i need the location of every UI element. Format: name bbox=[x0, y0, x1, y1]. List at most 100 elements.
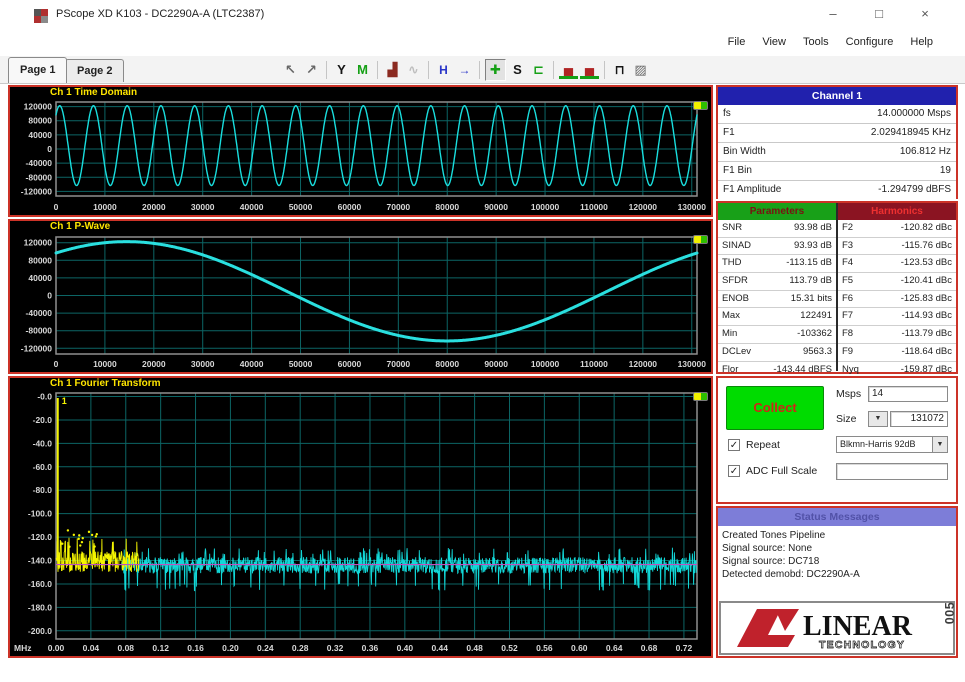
close-button[interactable]: × bbox=[913, 6, 937, 21]
menu-configure[interactable]: Configure bbox=[846, 36, 894, 48]
info-row-binwidth: Bin Width 106.812 Hz bbox=[718, 143, 956, 162]
msps-input[interactable]: 14 bbox=[868, 386, 948, 402]
export-image-icon[interactable]: ▨ bbox=[631, 60, 650, 80]
zoom-out-icon[interactable]: ↖ bbox=[281, 60, 300, 80]
svg-text:30000: 30000 bbox=[191, 359, 215, 369]
filter-icon[interactable]: Y bbox=[332, 60, 351, 80]
svg-text:-200.0: -200.0 bbox=[28, 626, 52, 636]
harmonic-row: F4 -123.53 dBc bbox=[838, 255, 956, 274]
toolbar: ↖ ↗ Y M ▟ ∿ H → ✚ S ⊏ ▄ ▄ ⊓ ▨ bbox=[280, 59, 651, 81]
parameter-row: THD -113.15 dB bbox=[718, 255, 836, 274]
harmonic-row: F9 -118.64 dBc bbox=[838, 344, 956, 362]
toolbar-separator bbox=[326, 61, 327, 79]
tab-page-1[interactable]: Page 1 bbox=[8, 57, 68, 83]
average-hold-icon[interactable]: H bbox=[434, 60, 453, 80]
status-line: Signal source: None bbox=[722, 543, 813, 554]
row-value: 106.812 Hz bbox=[899, 146, 951, 157]
harmonic-row: F6 -125.83 dBc bbox=[838, 291, 956, 309]
pwave-plot[interactable]: 12000080000400000-40000-80000-1200000 100… bbox=[10, 233, 711, 372]
samples-icon[interactable]: S bbox=[508, 60, 527, 80]
svg-text:40000: 40000 bbox=[28, 273, 52, 283]
harmonic-row: F3 -115.76 dBc bbox=[838, 238, 956, 256]
parameters-harmonics-panel: Parameters Harmonics SNR 93.98 dB SINAD 93.… bbox=[716, 201, 958, 380]
svg-text:80000: 80000 bbox=[28, 116, 52, 126]
row-value: 2.029418945 KHz bbox=[870, 127, 951, 138]
svg-text:-20.0: -20.0 bbox=[33, 415, 53, 425]
status-header: Status Messages bbox=[718, 508, 956, 526]
svg-text:50000: 50000 bbox=[289, 202, 313, 212]
tones-active-icon[interactable]: ✚ bbox=[485, 59, 506, 81]
parameters-table: SNR 93.98 dB SINAD 93.93 dB THD -113.15 dB SFD… bbox=[718, 220, 836, 380]
maximize-button[interactable]: □ bbox=[867, 6, 891, 21]
channel-legend-chip[interactable] bbox=[693, 392, 708, 401]
adc-fullscale-input[interactable] bbox=[836, 463, 948, 480]
svg-text:-40000: -40000 bbox=[26, 308, 53, 318]
svg-text:0.36: 0.36 bbox=[362, 643, 379, 653]
menu-help[interactable]: Help bbox=[910, 36, 933, 48]
collect-button[interactable]: Collect bbox=[726, 386, 824, 430]
svg-text:70000: 70000 bbox=[387, 202, 411, 212]
fft-panel: Ch 1 Fourier Transform -0.0 -20.0 -40.0 -60… bbox=[8, 376, 713, 658]
svg-text:0.60: 0.60 bbox=[571, 643, 588, 653]
svg-text:90000: 90000 bbox=[484, 359, 508, 369]
harmonics-header: Harmonics bbox=[838, 203, 956, 220]
harmonic-row: F5 -120.41 dBc bbox=[838, 273, 956, 291]
svg-text:-80.0: -80.0 bbox=[33, 485, 53, 495]
svg-text:0.00: 0.00 bbox=[48, 643, 65, 653]
time-domain-plot[interactable]: 12000080000400000-40000-80000-1200000 100… bbox=[10, 99, 711, 215]
channel-legend-chip[interactable] bbox=[693, 101, 708, 110]
menu-view[interactable]: View bbox=[762, 36, 786, 48]
svg-text:-0.0: -0.0 bbox=[37, 392, 52, 402]
lt-mark bbox=[775, 609, 799, 631]
pwave-title: Ch 1 P-Wave bbox=[50, 221, 111, 232]
pulse-icon[interactable]: ⊓ bbox=[610, 60, 629, 80]
histogram-icon[interactable]: ▟ bbox=[383, 60, 402, 80]
average-run-icon[interactable]: → bbox=[455, 60, 474, 80]
svg-text:MHz: MHz bbox=[14, 643, 31, 653]
svg-text:40000: 40000 bbox=[240, 359, 264, 369]
svg-text:0.44: 0.44 bbox=[431, 643, 448, 653]
adc-fullscale-checkbox[interactable]: ✓ bbox=[728, 465, 740, 477]
parameter-row: SINAD 93.93 dB bbox=[718, 238, 836, 256]
title-bar: PScope XD K103 - DC2290A-A (LTC2387) – □… bbox=[0, 0, 965, 32]
svg-text:30000: 30000 bbox=[191, 202, 215, 212]
logo-graphic: LINEAR TECHNOLOGY bbox=[737, 609, 913, 651]
harmonics-table: F2 -120.82 dBc F3 -115.76 dBc F4 -123.53 dBc F… bbox=[838, 220, 956, 380]
adc-fullscale-label: ADC Full Scale bbox=[746, 465, 818, 477]
svg-text:-180.0: -180.0 bbox=[28, 602, 52, 612]
fft-plot[interactable]: -0.0 -20.0 -40.0 -60.0 -80.0 -100.0 -120.0 -140… bbox=[10, 390, 711, 656]
repeat-checkbox[interactable]: ✓ bbox=[728, 439, 740, 451]
repeat-label: Repeat bbox=[746, 439, 780, 451]
svg-text:50000: 50000 bbox=[289, 359, 313, 369]
svg-text:-140.0: -140.0 bbox=[28, 556, 52, 566]
status-line: Signal source: DC718 bbox=[722, 556, 820, 567]
svg-text:100000: 100000 bbox=[531, 359, 560, 369]
demo-board-a-icon[interactable]: ▄ bbox=[559, 61, 578, 79]
menu-file[interactable]: File bbox=[728, 36, 746, 48]
minimize-button[interactable]: – bbox=[821, 6, 845, 21]
svg-text:-160.0: -160.0 bbox=[28, 579, 52, 589]
window-select-icon[interactable]: ⊏ bbox=[529, 60, 548, 80]
window-function-dropdown[interactable]: Blkmn-Harris 92dB ▼ bbox=[836, 436, 948, 453]
zoom-in-icon[interactable]: ↗ bbox=[302, 60, 321, 80]
svg-text:110000: 110000 bbox=[580, 202, 608, 212]
demo-board-b-icon[interactable]: ▄ bbox=[580, 61, 599, 79]
status-line: Created Tones Pipeline bbox=[722, 530, 826, 541]
svg-text:80000: 80000 bbox=[28, 255, 52, 265]
tab-page-2[interactable]: Page 2 bbox=[65, 59, 125, 82]
menu-tools[interactable]: Tools bbox=[803, 36, 829, 48]
channel-legend-chip[interactable] bbox=[693, 235, 708, 244]
svg-text:0.32: 0.32 bbox=[327, 643, 344, 653]
size-dropdown-button[interactable]: ▼ bbox=[868, 411, 888, 427]
pscope-window: PScope XD K103 - DC2290A-A (LTC2387) – □… bbox=[0, 0, 965, 682]
chevron-down-icon[interactable]: ▼ bbox=[932, 437, 947, 452]
size-input[interactable]: 131072 bbox=[890, 411, 948, 427]
svg-text:0.16: 0.16 bbox=[187, 643, 204, 653]
svg-text:80000: 80000 bbox=[435, 359, 459, 369]
svg-text:-40000: -40000 bbox=[26, 158, 53, 168]
measurements-icon[interactable]: M bbox=[353, 60, 372, 80]
row-value: 14.000000 Msps bbox=[877, 108, 951, 119]
info-row-f1: F1 2.029418945 KHz bbox=[718, 124, 956, 143]
svg-text:0.08: 0.08 bbox=[117, 643, 134, 653]
svg-text:0: 0 bbox=[54, 202, 59, 212]
